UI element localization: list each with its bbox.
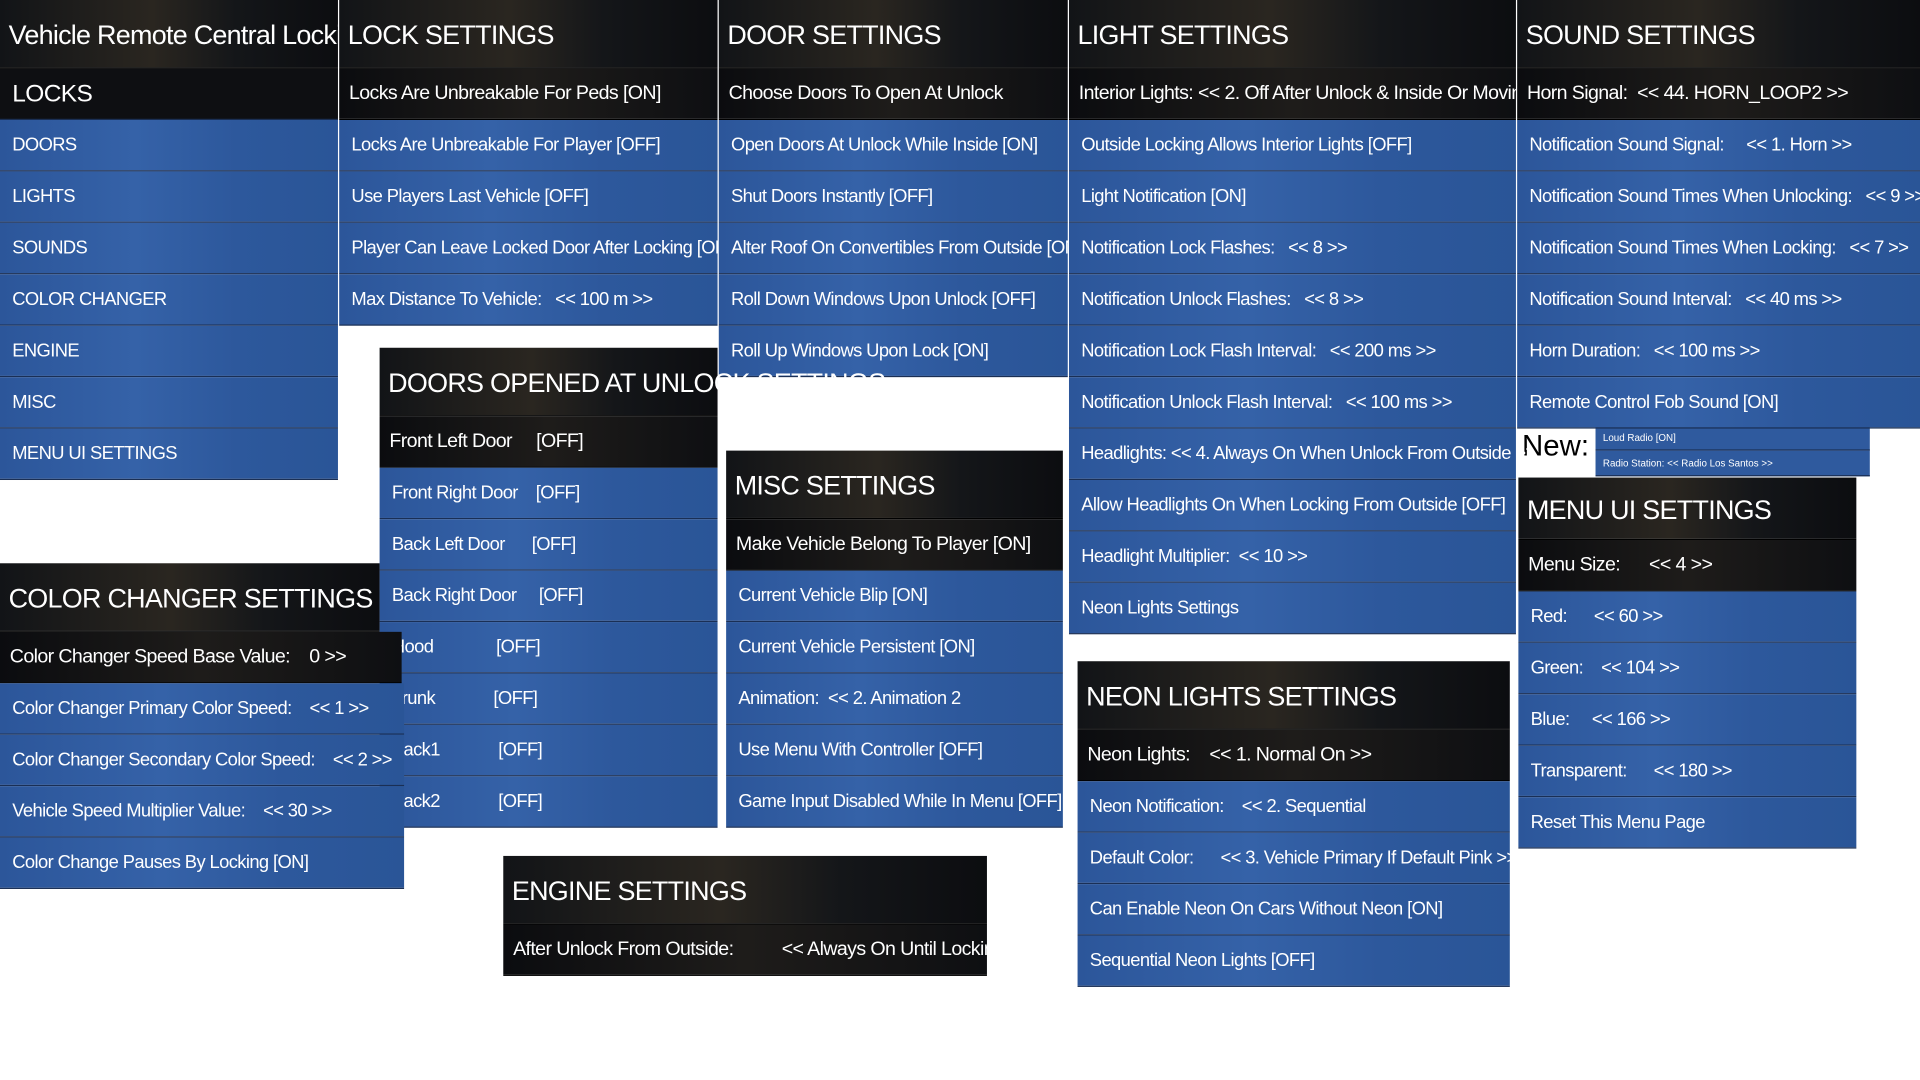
menu-item[interactable]: Outside Locking Allows Interior Lights [… bbox=[1068, 120, 1516, 172]
panel-title: MENU UI SETTINGS bbox=[1518, 477, 1857, 541]
menu-item[interactable]: Max Distance To Vehicle: << 100 m >> bbox=[339, 274, 718, 326]
menu-item[interactable]: Alter Roof On Convertibles From Outside … bbox=[718, 222, 1082, 275]
neon-panel: NEON LIGHTS SETTINGS Neon Lights: << 1. N… bbox=[1077, 661, 1517, 987]
menu-item[interactable]: COLOR CHANGER bbox=[0, 274, 338, 326]
panel-title: Vehicle Remote Central Locking 2.0 bbox=[0, 0, 413, 69]
misc-panel: MISC SETTINGS Make Vehicle Belong To Play… bbox=[726, 450, 1063, 828]
menu-item[interactable]: Color Change Pauses By Locking [ON] bbox=[0, 837, 405, 889]
panel-title: LIGHT SETTINGS bbox=[1068, 0, 1516, 69]
panel-title: LOCK SETTINGS bbox=[339, 0, 718, 69]
main-panel: Vehicle Remote Central Locking 2.0 LOCKS D… bbox=[0, 0, 413, 481]
menu-item[interactable]: Notification Sound Times When Locking: <… bbox=[1517, 222, 1920, 275]
menu-item[interactable]: Color Changer Secondary Color Speed: << … bbox=[0, 734, 405, 787]
menu-item[interactable]: Use Players Last Vehicle [OFF] bbox=[339, 171, 718, 223]
menu-item[interactable]: Make Vehicle Belong To Player [ON] bbox=[726, 519, 1063, 571]
menu-item[interactable]: Horn Signal: << 44. HORN_LOOP2 >> bbox=[1517, 68, 1920, 121]
menu-item-loud-radio[interactable]: Loud Radio [ON] bbox=[1595, 424, 1870, 451]
menu-item[interactable]: MENU UI SETTINGS bbox=[0, 428, 338, 481]
menu-item[interactable]: Remote Control Fob Sound [ON] bbox=[1517, 377, 1920, 429]
menu-item[interactable]: Shut Doors Instantly [OFF] bbox=[718, 171, 1068, 223]
color-panel: COLOR CHANGER SETTINGS Color Changer Spee… bbox=[0, 563, 405, 889]
menu-item[interactable]: Notification Lock Flash Interval: << 200… bbox=[1068, 325, 1516, 378]
lock-panel: LOCK SETTINGS Locks Are Unbreakable For P… bbox=[339, 0, 741, 326]
menu-item[interactable]: Notification Sound Times When Unlocking:… bbox=[1517, 171, 1920, 223]
menu-item[interactable]: Sequential Neon Lights [OFF] bbox=[1077, 935, 1510, 987]
menu-item[interactable]: Back1 [OFF] bbox=[379, 724, 718, 777]
menu-item[interactable]: Color Changer Primary Color Speed: << 1 … bbox=[0, 683, 405, 735]
light-panel: LIGHT SETTINGS Interior Lights: << 2. Off… bbox=[1068, 0, 1559, 635]
menu-item[interactable]: Current Vehicle Blip [ON] bbox=[726, 570, 1063, 623]
panel-title: SOUND SETTINGS bbox=[1517, 0, 1920, 69]
sound-panel: SOUND SETTINGS Horn Signal: << 44. HORN_L… bbox=[1517, 0, 1920, 429]
menu-item[interactable]: Vehicle Speed Multiplier Value: << 30 >> bbox=[0, 786, 405, 838]
menu-item[interactable]: Locks Are Unbreakable For Player [OFF] bbox=[339, 120, 718, 172]
menu-item[interactable]: Front Right Door [OFF] bbox=[379, 467, 718, 520]
panel-title: DOOR SETTINGS bbox=[718, 0, 1068, 69]
menu-item[interactable]: Open Doors At Unlock While Inside [ON] bbox=[718, 120, 1068, 172]
menu-item[interactable]: LIGHTS bbox=[0, 171, 338, 223]
menu-item[interactable]: Color Changer Speed Base Value: 0 >> bbox=[0, 631, 402, 684]
menu-item[interactable]: Interior Lights: << 2. Off After Unlock … bbox=[1068, 68, 1559, 121]
menu-item[interactable]: DOORS bbox=[0, 120, 338, 172]
menu-item[interactable]: Notification Unlock Flash Interval: << 1… bbox=[1068, 377, 1516, 429]
menu-item[interactable]: Back2 [OFF] bbox=[379, 776, 718, 828]
menu-item[interactable]: Game Input Disabled While In Menu [OFF] bbox=[726, 776, 1063, 828]
menu-item[interactable]: Current Vehicle Persistent [ON] bbox=[726, 622, 1063, 674]
menu-item[interactable]: Back Right Door [OFF] bbox=[379, 570, 718, 623]
menu-item[interactable]: Roll Down Windows Upon Unlock [OFF] bbox=[718, 274, 1068, 326]
menu-item[interactable]: Notification Sound Signal: << 1. Horn >> bbox=[1517, 120, 1920, 172]
menu-item[interactable]: Front Left Door [OFF] bbox=[379, 416, 718, 468]
menu-item[interactable]: Blue: << 166 >> bbox=[1518, 694, 1857, 746]
menu-item[interactable]: Neon Lights: << 1. Normal On >> bbox=[1077, 729, 1510, 782]
menu-item[interactable]: Reset This Menu Page bbox=[1518, 797, 1857, 849]
menu-item[interactable]: Allow Headlights On When Locking From Ou… bbox=[1068, 480, 1516, 532]
menu-item[interactable]: Use Menu With Controller [OFF] bbox=[726, 724, 1063, 777]
engine-panel: ENGINE SETTINGS After Unlock From Outside… bbox=[503, 855, 1031, 976]
menu-item[interactable]: Can Enable Neon On Cars Without Neon [ON… bbox=[1077, 884, 1510, 936]
menu-ui-panel: MENU UI SETTINGS Menu Size: << 4 >> Red: <… bbox=[1518, 477, 1857, 849]
menu-item[interactable]: MISC bbox=[0, 377, 338, 429]
menu-item-radio-station[interactable]: Radio Station: << Radio Los Santos >> bbox=[1595, 450, 1870, 477]
menu-item[interactable]: Animation: << 2. Animation 2 bbox=[726, 673, 1063, 725]
menu-item[interactable]: Player Can Leave Locked Door After Locki… bbox=[339, 222, 741, 275]
doors-opened-panel: DOORS OPENED AT UNLOCK SETTINGS Front Lef… bbox=[379, 347, 886, 828]
panel-title: NEON LIGHTS SETTINGS bbox=[1077, 661, 1510, 730]
menu-item[interactable]: Menu Size: << 4 >> bbox=[1518, 540, 1857, 592]
menu-item[interactable]: Back Left Door [OFF] bbox=[379, 519, 718, 571]
menu-item[interactable]: Locks Are Unbreakable For Peds [ON] bbox=[339, 68, 718, 121]
menu-item[interactable]: Red: << 60 >> bbox=[1518, 591, 1857, 643]
panel-title: DOORS OPENED AT UNLOCK SETTINGS bbox=[379, 347, 886, 417]
panel-title: COLOR CHANGER SETTINGS bbox=[0, 563, 380, 632]
menu-item[interactable]: Notification Sound Interval: << 40 ms >> bbox=[1517, 274, 1920, 326]
menu-item[interactable]: Light Notification [ON] bbox=[1068, 171, 1516, 223]
menu-item[interactable]: Hood [OFF] bbox=[379, 622, 718, 674]
menu-item[interactable]: Headlight Multiplier: << 10 >> bbox=[1068, 531, 1516, 583]
menu-item[interactable]: Horn Duration: << 100 ms >> bbox=[1517, 325, 1920, 378]
panel-title: MISC SETTINGS bbox=[726, 450, 1063, 520]
menu-item[interactable]: Neon Lights Settings bbox=[1068, 582, 1516, 635]
menu-item[interactable]: SOUNDS bbox=[0, 222, 338, 275]
menu-item[interactable]: Trunk [OFF] bbox=[379, 673, 718, 725]
menu-item[interactable]: Headlights: << 4. Always On When Unlock … bbox=[1068, 428, 1536, 481]
menu-item[interactable]: Neon Notification: << 2. Sequential bbox=[1077, 781, 1510, 833]
menu-collage: New: Loud Radio [ON] Radio Station: << R… bbox=[0, 0, 1920, 1080]
menu-item[interactable]: Default Color: << 3. Vehicle Primary If … bbox=[1077, 832, 1517, 885]
new-features-box: New: Loud Radio [ON] Radio Station: << R… bbox=[1518, 424, 1870, 478]
menu-item[interactable]: Choose Doors To Open At Unlock bbox=[718, 68, 1068, 121]
menu-item[interactable]: After Unlock From Outside: << Always On … bbox=[503, 924, 1031, 976]
menu-item[interactable]: Notification Unlock Flashes: << 8 >> bbox=[1068, 274, 1516, 326]
menu-item[interactable]: Notification Lock Flashes: << 8 >> bbox=[1068, 222, 1516, 275]
menu-item[interactable]: Green: << 104 >> bbox=[1518, 642, 1857, 695]
panel-title: ENGINE SETTINGS bbox=[503, 855, 987, 925]
door-panel: DOOR SETTINGS Choose Doors To Open At Unl… bbox=[718, 0, 1082, 378]
menu-item[interactable]: ENGINE bbox=[0, 325, 338, 378]
panel-subtitle: LOCKS bbox=[0, 68, 338, 121]
menu-item[interactable]: Transparent: << 180 >> bbox=[1518, 745, 1857, 798]
